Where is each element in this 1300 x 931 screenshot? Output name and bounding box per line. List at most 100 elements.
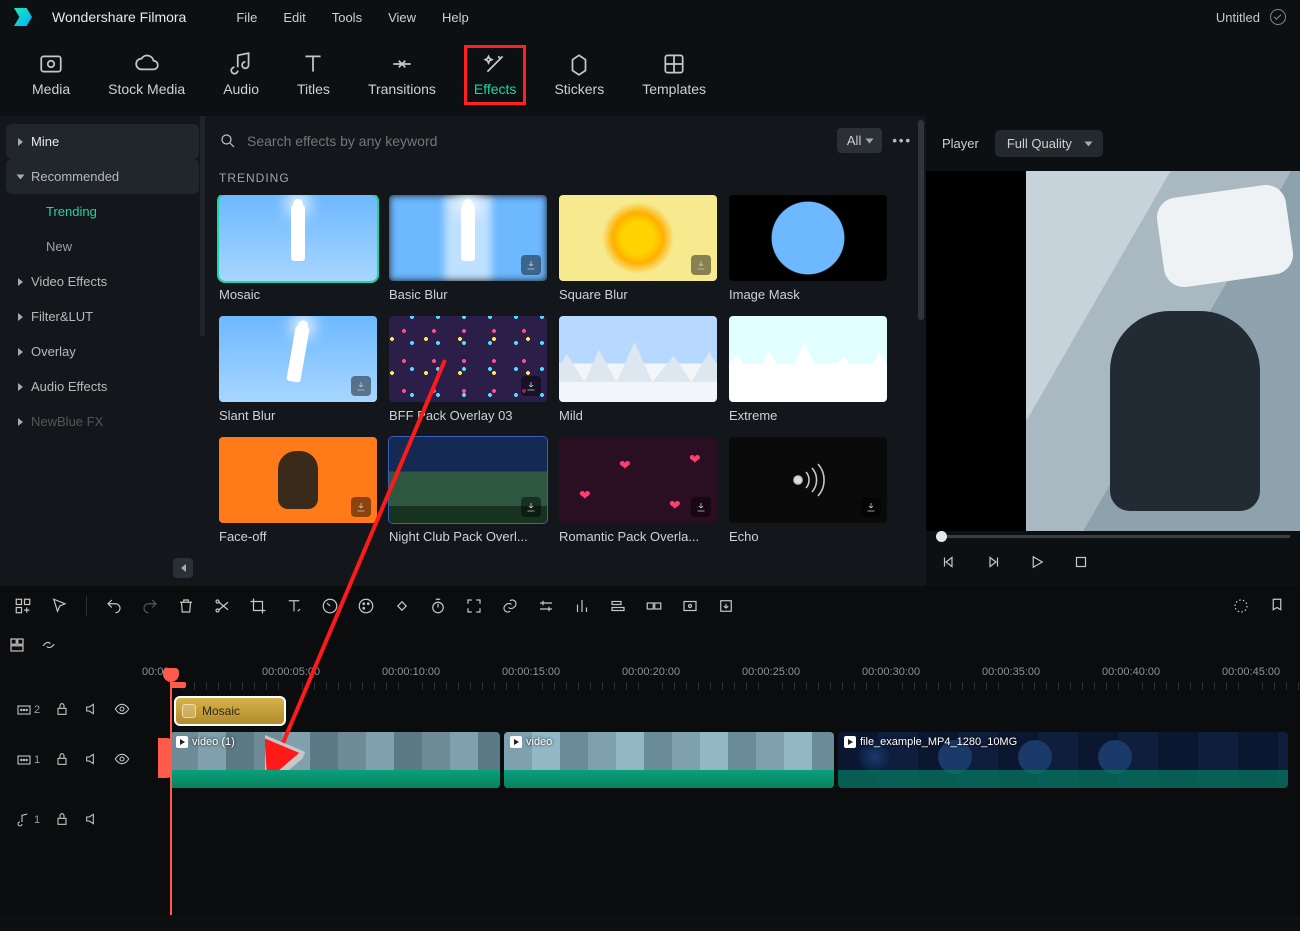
timeline-video-clip-2[interactable]: video xyxy=(504,732,834,788)
undo-icon[interactable] xyxy=(105,597,123,615)
split-icon[interactable] xyxy=(213,597,231,615)
tab-media[interactable]: Media xyxy=(24,47,78,103)
magnet-button[interactable] xyxy=(40,636,58,657)
timeline-fx-clip[interactable]: Mosaic xyxy=(174,696,286,726)
color-icon[interactable] xyxy=(357,597,375,615)
tab-templates[interactable]: Templates xyxy=(634,47,714,103)
mute-icon[interactable] xyxy=(84,751,100,770)
lock-icon[interactable] xyxy=(54,701,70,720)
cursor-icon[interactable] xyxy=(50,597,68,615)
search-input[interactable] xyxy=(247,133,827,149)
track-head-fx: 2 xyxy=(0,701,170,720)
cloud-icon xyxy=(134,53,160,75)
playhead[interactable] xyxy=(170,678,172,915)
visibility-icon[interactable] xyxy=(114,701,130,720)
visibility-icon[interactable] xyxy=(114,751,130,770)
download-icon[interactable] xyxy=(521,255,541,275)
redo-icon[interactable] xyxy=(141,597,159,615)
sidebar-sub-trending[interactable]: Trending xyxy=(6,194,199,229)
sidebar-item-mine[interactable]: Mine xyxy=(6,124,199,159)
effect-card-face-off[interactable]: Face-off xyxy=(219,437,377,544)
download-icon[interactable] xyxy=(861,497,881,517)
tab-transitions[interactable]: Transitions xyxy=(360,47,444,103)
menu-file[interactable]: File xyxy=(236,10,257,25)
effect-thumb xyxy=(389,195,547,281)
timeline-video-clip-1[interactable]: video (1) xyxy=(170,732,500,788)
sidebar-item-audio-effects[interactable]: Audio Effects xyxy=(6,369,199,404)
sidebar-item-overlay[interactable]: Overlay xyxy=(6,334,199,369)
filter-dropdown[interactable]: All xyxy=(837,128,882,153)
fullscreen-icon[interactable] xyxy=(465,597,483,615)
menu-tools[interactable]: Tools xyxy=(332,10,362,25)
track-type-fx-icon: 2 xyxy=(16,702,40,718)
player-quality-dropdown[interactable]: Full Quality xyxy=(995,130,1103,157)
sidebar-item-newblue[interactable]: NewBlue FX xyxy=(6,404,199,439)
equalizer-icon[interactable] xyxy=(573,597,591,615)
effect-card-night-club[interactable]: Night Club Pack Overl... xyxy=(389,437,547,544)
keyframe-icon[interactable] xyxy=(393,597,411,615)
tab-stock-media[interactable]: Stock Media xyxy=(100,47,193,103)
download-icon[interactable] xyxy=(521,376,541,396)
effect-card-square-blur[interactable]: Square Blur xyxy=(559,195,717,302)
more-menu-icon[interactable]: ••• xyxy=(892,133,912,148)
download-icon[interactable] xyxy=(351,376,371,396)
render-icon[interactable] xyxy=(1232,597,1250,615)
group-icon[interactable] xyxy=(645,597,663,615)
export-icon[interactable] xyxy=(717,597,735,615)
adjust-icon[interactable] xyxy=(537,597,555,615)
track-options-button[interactable] xyxy=(8,636,26,657)
effect-card-mosaic[interactable]: Mosaic xyxy=(219,195,377,302)
download-icon[interactable] xyxy=(691,255,711,275)
mute-icon[interactable] xyxy=(84,701,100,720)
frame-icon[interactable] xyxy=(681,597,699,615)
timer-icon[interactable] xyxy=(429,597,447,615)
next-frame-button[interactable] xyxy=(984,553,1002,574)
effect-card-slant-blur[interactable]: Slant Blur xyxy=(219,316,377,423)
marker-icon[interactable] xyxy=(1268,597,1286,615)
stop-button[interactable] xyxy=(1072,553,1090,574)
effect-card-extreme[interactable]: Extreme xyxy=(729,316,887,423)
timeline-video-clip-3[interactable]: file_example_MP4_1280_10MG xyxy=(838,732,1288,788)
prev-frame-button[interactable] xyxy=(940,553,958,574)
menu-view[interactable]: View xyxy=(388,10,416,25)
text-edit-icon[interactable] xyxy=(285,597,303,615)
player-progress[interactable] xyxy=(926,531,1300,541)
sidebar-item-video-effects[interactable]: Video Effects xyxy=(6,264,199,299)
download-icon[interactable] xyxy=(691,497,711,517)
effect-card-image-mask[interactable]: Image Mask xyxy=(729,195,887,302)
sidebar-sub-new[interactable]: New xyxy=(6,229,199,264)
lock-icon[interactable] xyxy=(54,751,70,770)
effect-card-echo[interactable]: Echo xyxy=(729,437,887,544)
effect-card-bff-pack-overlay-03[interactable]: BFF Pack Overlay 03 xyxy=(389,316,547,423)
crop-icon[interactable] xyxy=(249,597,267,615)
chevron-down-icon xyxy=(1084,141,1092,146)
tab-templates-label: Templates xyxy=(642,81,706,97)
download-icon[interactable] xyxy=(351,497,371,517)
delete-icon[interactable] xyxy=(177,597,195,615)
menu-help[interactable]: Help xyxy=(442,10,469,25)
sidebar-item-recommended[interactable]: Recommended xyxy=(6,159,199,194)
download-icon[interactable] xyxy=(521,497,541,517)
sidebar-collapse-button[interactable] xyxy=(173,558,193,578)
tab-audio[interactable]: Audio xyxy=(215,47,267,103)
lock-icon[interactable] xyxy=(54,811,70,830)
sidebar-label-newblue: NewBlue FX xyxy=(31,414,103,429)
tab-effects[interactable]: Effects xyxy=(466,47,525,103)
link-icon[interactable] xyxy=(501,597,519,615)
menu-edit[interactable]: Edit xyxy=(283,10,305,25)
timeline-ruler[interactable]: 00:0000:00:05:0000:00:10:0000:00:15:0000… xyxy=(170,666,1300,692)
tab-titles[interactable]: Titles xyxy=(289,47,338,103)
sidebar-label-video-effects: Video Effects xyxy=(31,274,107,289)
add-track-icon[interactable] xyxy=(14,597,32,615)
effect-label: Square Blur xyxy=(559,287,717,302)
gallery-scrollbar[interactable] xyxy=(918,120,924,320)
play-button[interactable] xyxy=(1028,553,1046,574)
tab-stickers[interactable]: Stickers xyxy=(546,47,612,103)
align-icon[interactable] xyxy=(609,597,627,615)
effect-card-romantic[interactable]: ❤❤❤❤Romantic Pack Overla... xyxy=(559,437,717,544)
speed-icon[interactable] xyxy=(321,597,339,615)
mute-icon[interactable] xyxy=(84,811,100,830)
effect-card-mild[interactable]: Mild xyxy=(559,316,717,423)
sidebar-item-filter-lut[interactable]: Filter&LUT xyxy=(6,299,199,334)
effect-card-basic-blur[interactable]: Basic Blur xyxy=(389,195,547,302)
